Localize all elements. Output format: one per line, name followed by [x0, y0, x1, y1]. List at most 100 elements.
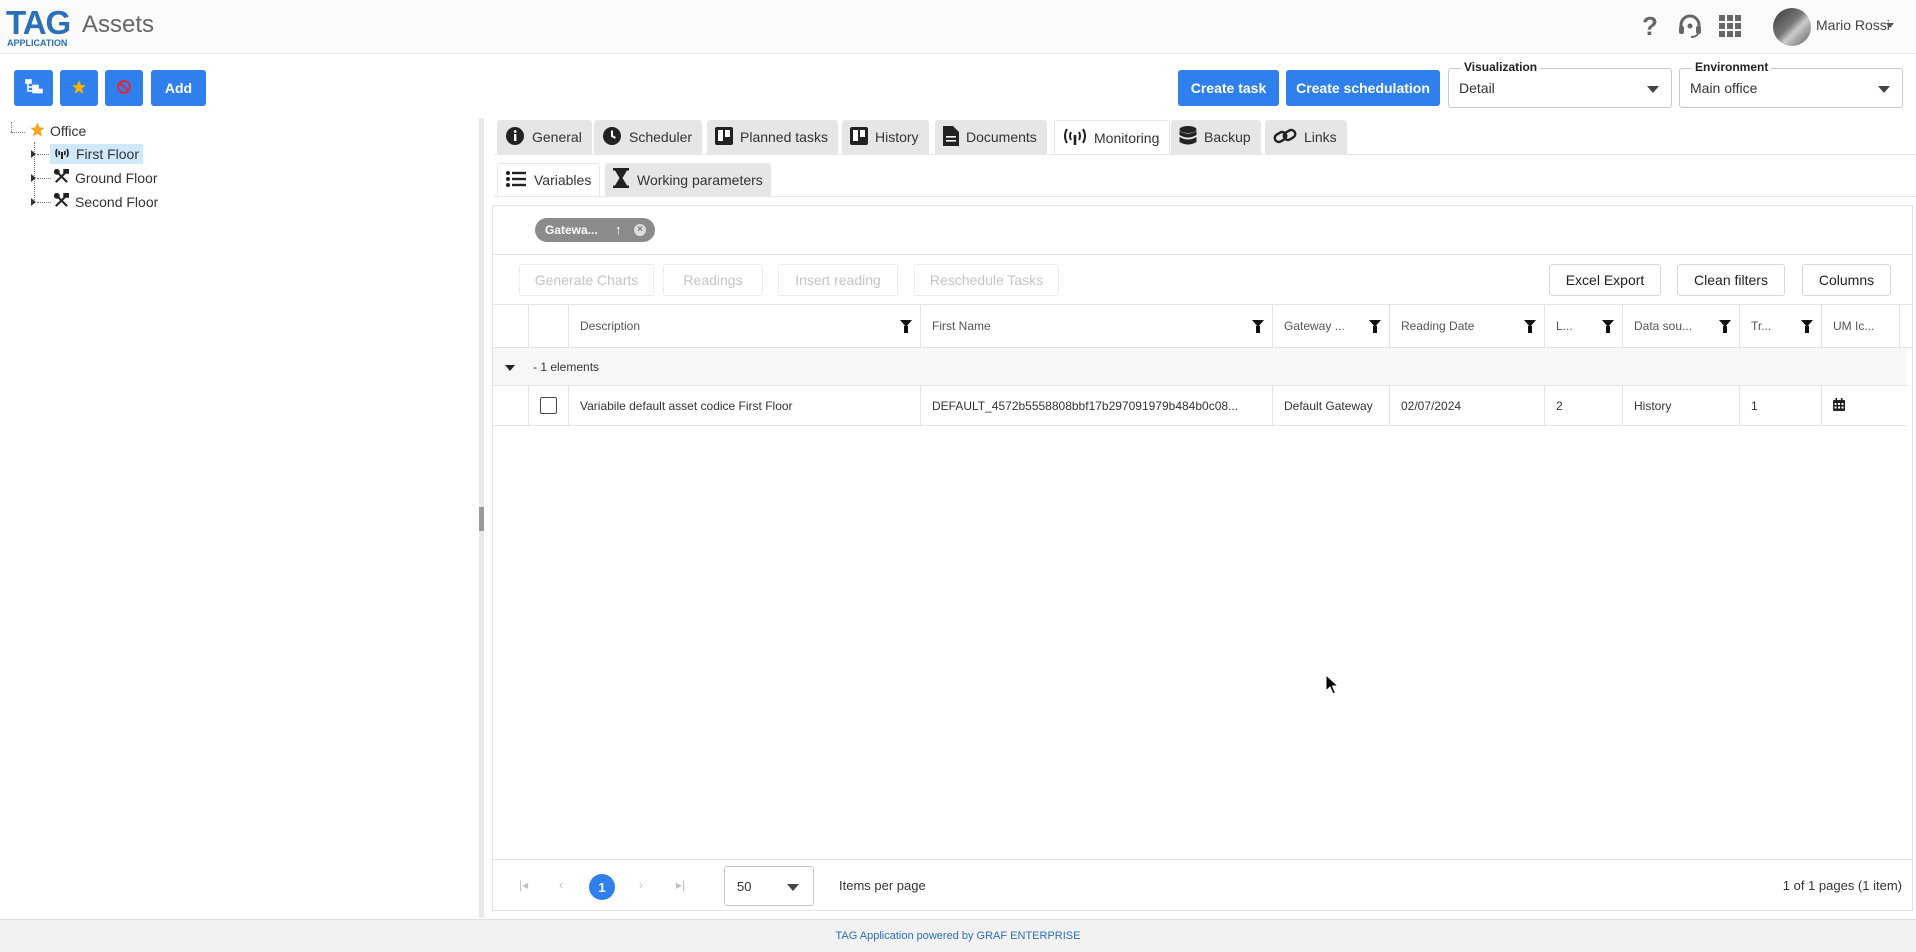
filter-icon[interactable]	[1524, 320, 1536, 333]
top-header: TAG APPLICATION Assets ? Mario Rossi	[0, 0, 1916, 54]
user-name[interactable]: Mario Rossi	[1816, 17, 1890, 33]
create-schedulation-button[interactable]: Create schedulation	[1286, 70, 1440, 106]
filter-icon[interactable]	[1369, 320, 1381, 333]
tab-planned-tasks[interactable]: Planned tasks	[707, 120, 838, 154]
link-icon	[1273, 127, 1297, 148]
chevron-down-icon	[1878, 86, 1890, 93]
prev-page-icon[interactable]: ‹	[559, 878, 563, 892]
tab-variables[interactable]: Variables	[497, 163, 601, 196]
column-title: Tr...	[1751, 319, 1772, 333]
reschedule-tasks-button[interactable]: Reschedule Tasks	[914, 264, 1059, 296]
insert-reading-button[interactable]: Insert reading	[778, 264, 898, 296]
page-size-select[interactable]: 50	[724, 866, 814, 906]
visualization-select[interactable]: Visualization Detail	[1448, 60, 1672, 108]
filter-icon[interactable]	[1252, 320, 1264, 333]
row-checkbox[interactable]	[540, 397, 557, 414]
tab-label: Scheduler	[629, 129, 693, 145]
divider	[493, 254, 1912, 255]
column-header-data-source[interactable]: Data sou...	[1622, 305, 1739, 347]
row-select-cell[interactable]	[528, 386, 568, 425]
tab-working-parameters[interactable]: Working parameters	[605, 163, 771, 196]
tree-node-label: Ground Floor	[75, 170, 158, 186]
expand-icon[interactable]	[31, 174, 36, 182]
column-header-l[interactable]: L...	[1544, 305, 1622, 347]
tree-node-ground-floor[interactable]: Ground Floor	[53, 167, 161, 189]
page-size-value: 50	[737, 879, 752, 894]
clean-filters-button[interactable]: Clean filters	[1677, 264, 1785, 296]
filter-icon[interactable]	[1801, 320, 1813, 333]
tree-node-second-floor[interactable]: Second Floor	[53, 191, 162, 213]
tree-connector	[37, 154, 51, 155]
group-chip-label: Gatewa...	[545, 223, 598, 237]
last-page-icon[interactable]: ▸|	[676, 878, 685, 892]
generate-charts-button[interactable]: Generate Charts	[519, 264, 654, 296]
splitter-handle[interactable]	[479, 507, 484, 531]
info-icon	[505, 126, 525, 149]
tab-documents[interactable]: Documents	[935, 120, 1047, 154]
column-header-reading-date[interactable]: Reading Date	[1389, 305, 1544, 347]
tab-scheduler[interactable]: Scheduler	[594, 120, 703, 154]
help-icon[interactable]: ?	[1636, 12, 1664, 40]
column-title: Reading Date	[1401, 319, 1475, 333]
column-header-um-icon[interactable]: UM Ic...	[1821, 305, 1899, 347]
excel-export-button[interactable]: Excel Export	[1549, 264, 1661, 296]
next-page-icon[interactable]: ›	[639, 878, 643, 892]
create-task-button[interactable]: Create task	[1178, 70, 1279, 106]
column-header-gateway[interactable]: Gateway ...	[1272, 305, 1389, 347]
columns-button[interactable]: Columns	[1802, 264, 1891, 296]
svg-text:?: ?	[1642, 13, 1658, 39]
environment-select[interactable]: Environment Main office	[1679, 60, 1903, 108]
expand-icon[interactable]	[31, 150, 36, 158]
tree-connector	[37, 178, 51, 179]
first-page-icon[interactable]: |◂	[519, 878, 528, 892]
column-title: L...	[1556, 319, 1573, 333]
column-header-tr[interactable]: Tr...	[1739, 305, 1821, 347]
column-header-first-name[interactable]: First Name	[920, 305, 1272, 347]
tree-node-selected-box: First Floor	[50, 144, 143, 164]
tab-general[interactable]: General	[497, 120, 592, 154]
footer-text[interactable]: TAG Application powered by GRAF ENTERPRI…	[836, 930, 1081, 942]
sort-arrow-up-icon[interactable]: ↑	[615, 222, 622, 237]
avatar[interactable]	[1773, 8, 1811, 46]
tab-label: Documents	[966, 129, 1037, 145]
group-row[interactable]: - 1 elements	[493, 348, 1907, 386]
add-button[interactable]: Add	[151, 70, 206, 106]
apps-grid-icon[interactable]	[1716, 12, 1744, 40]
page-number-current[interactable]: 1	[589, 874, 615, 900]
tab-label: History	[875, 129, 919, 145]
tree-structure-icon	[24, 78, 43, 98]
table-row[interactable]: Variabile default asset codice First Flo…	[493, 386, 1907, 426]
filter-icon[interactable]	[1719, 320, 1731, 333]
remove-group-icon[interactable]: ×	[634, 224, 646, 236]
cell-reading-date: 02/07/2024	[1389, 386, 1544, 425]
tree-node-first-floor[interactable]: First Floor	[50, 143, 143, 165]
disable-button[interactable]	[105, 70, 143, 106]
tree-node-office[interactable]: Office	[29, 120, 90, 142]
environment-value: Main office	[1690, 80, 1758, 96]
footer: TAG Application powered by GRAF ENTERPRI…	[0, 919, 1916, 952]
user-menu-chevron-down-icon[interactable]	[1886, 23, 1894, 28]
tab-monitoring[interactable]: Monitoring	[1054, 120, 1171, 154]
database-icon	[1179, 125, 1197, 149]
group-by-chip[interactable]: Gatewa... ↑ ×	[535, 218, 655, 242]
headset-icon[interactable]	[1676, 12, 1704, 40]
visualization-label: Visualization	[1461, 60, 1541, 74]
tree-structure-button[interactable]	[14, 70, 53, 106]
calendar-icon	[1833, 397, 1845, 414]
filter-icon[interactable]	[1602, 320, 1614, 333]
logo-main-text: TAG	[6, 4, 71, 41]
tab-history[interactable]: History	[842, 120, 929, 154]
app-logo[interactable]: TAG APPLICATION	[6, 4, 71, 48]
tab-links[interactable]: Links	[1265, 120, 1347, 154]
collapse-group-icon[interactable]	[505, 365, 515, 371]
cell-description: Variabile default asset codice First Flo…	[568, 386, 920, 425]
favorites-button[interactable]	[60, 70, 98, 106]
tab-backup[interactable]: Backup	[1171, 120, 1261, 154]
filter-icon[interactable]	[900, 320, 912, 333]
antenna-icon	[1063, 127, 1087, 148]
readings-button[interactable]: Readings	[663, 264, 763, 296]
column-header-description[interactable]: Description	[568, 305, 920, 347]
expand-icon[interactable]	[31, 198, 36, 206]
column-title: Gateway ...	[1284, 319, 1345, 333]
select-column-header[interactable]	[528, 305, 568, 347]
